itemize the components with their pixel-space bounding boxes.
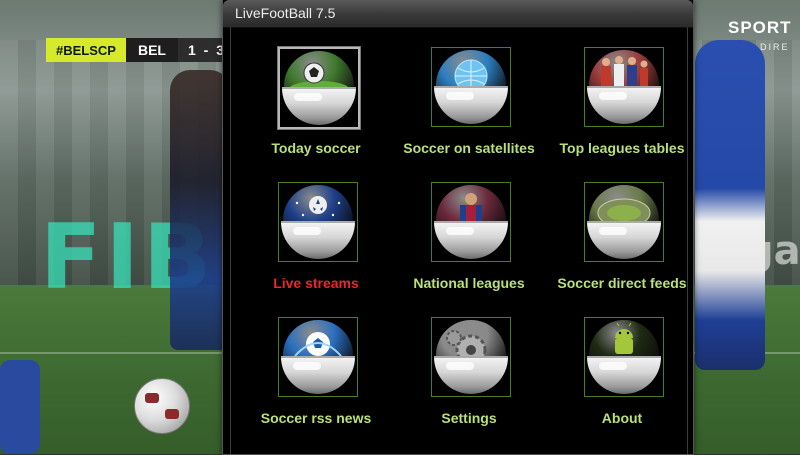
menu-tile-player-portrait[interactable]: National leagues <box>394 182 544 302</box>
player-right <box>695 40 765 370</box>
bowl-shine <box>599 362 627 370</box>
score-bug: #BELSCP BEL 1 - 3 <box>46 38 240 62</box>
menu-tile-players-team[interactable]: Top leagues tables <box>547 47 697 167</box>
bowl-shine <box>446 227 474 235</box>
broadcaster-logo: SPORT <box>728 18 792 37</box>
match-hashtag: #BELSCP <box>46 38 126 62</box>
menu-tile-rss-ball[interactable]: Soccer rss news <box>241 317 391 437</box>
menu-icon-frame[interactable] <box>584 317 664 397</box>
menu-icon-frame[interactable] <box>431 47 511 127</box>
menu-grid: Today soccer Soccer on satellites Top leag… <box>230 27 688 454</box>
ball-patch <box>165 409 179 419</box>
bowl-shine <box>293 362 321 370</box>
title-bar[interactable]: LiveFootBall 7.5 <box>223 0 693 28</box>
window-title: LiveFootBall 7.5 <box>235 5 336 21</box>
broadcaster-sub: DIRE <box>760 42 790 52</box>
menu-tile-stadium[interactable]: Soccer direct feeds <box>547 182 697 302</box>
player-foot <box>0 360 40 454</box>
menu-tile-android-robot[interactable]: About <box>547 317 697 437</box>
player-left <box>170 70 230 350</box>
bowl-shine <box>293 227 321 235</box>
menu-icon-frame[interactable] <box>431 317 511 397</box>
menu-tile-label[interactable]: Soccer direct feeds <box>527 275 717 291</box>
menu-icon-frame[interactable] <box>278 317 358 397</box>
menu-tile-soccer-field[interactable]: Today soccer <box>241 47 391 167</box>
menu-icon-frame[interactable] <box>278 182 358 262</box>
ball-patch <box>145 393 159 403</box>
bowl-shine <box>294 93 322 101</box>
bowl-shine <box>599 92 627 100</box>
menu-tile-satellite-globe[interactable]: Soccer on satellites <box>394 47 544 167</box>
menu-icon-frame[interactable] <box>584 182 664 262</box>
menu-icon-frame[interactable] <box>278 47 360 129</box>
menu-tile-label[interactable]: Top leagues tables <box>527 140 717 156</box>
menu-icon-frame[interactable] <box>431 182 511 262</box>
menu-tile-label[interactable]: About <box>527 410 717 426</box>
team-name: BEL <box>125 38 178 62</box>
menu-tile-champions-ball[interactable]: Live streams <box>241 182 391 302</box>
bowl-shine <box>446 92 474 100</box>
menu-icon-frame[interactable] <box>584 47 664 127</box>
bowl-shine <box>446 362 474 370</box>
soccer-ball <box>134 378 190 434</box>
bowl-shine <box>599 227 627 235</box>
app-window: LiveFootBall 7.5 Today soccer Soccer on s… <box>222 0 694 455</box>
menu-tile-gear[interactable]: Settings <box>394 317 544 437</box>
